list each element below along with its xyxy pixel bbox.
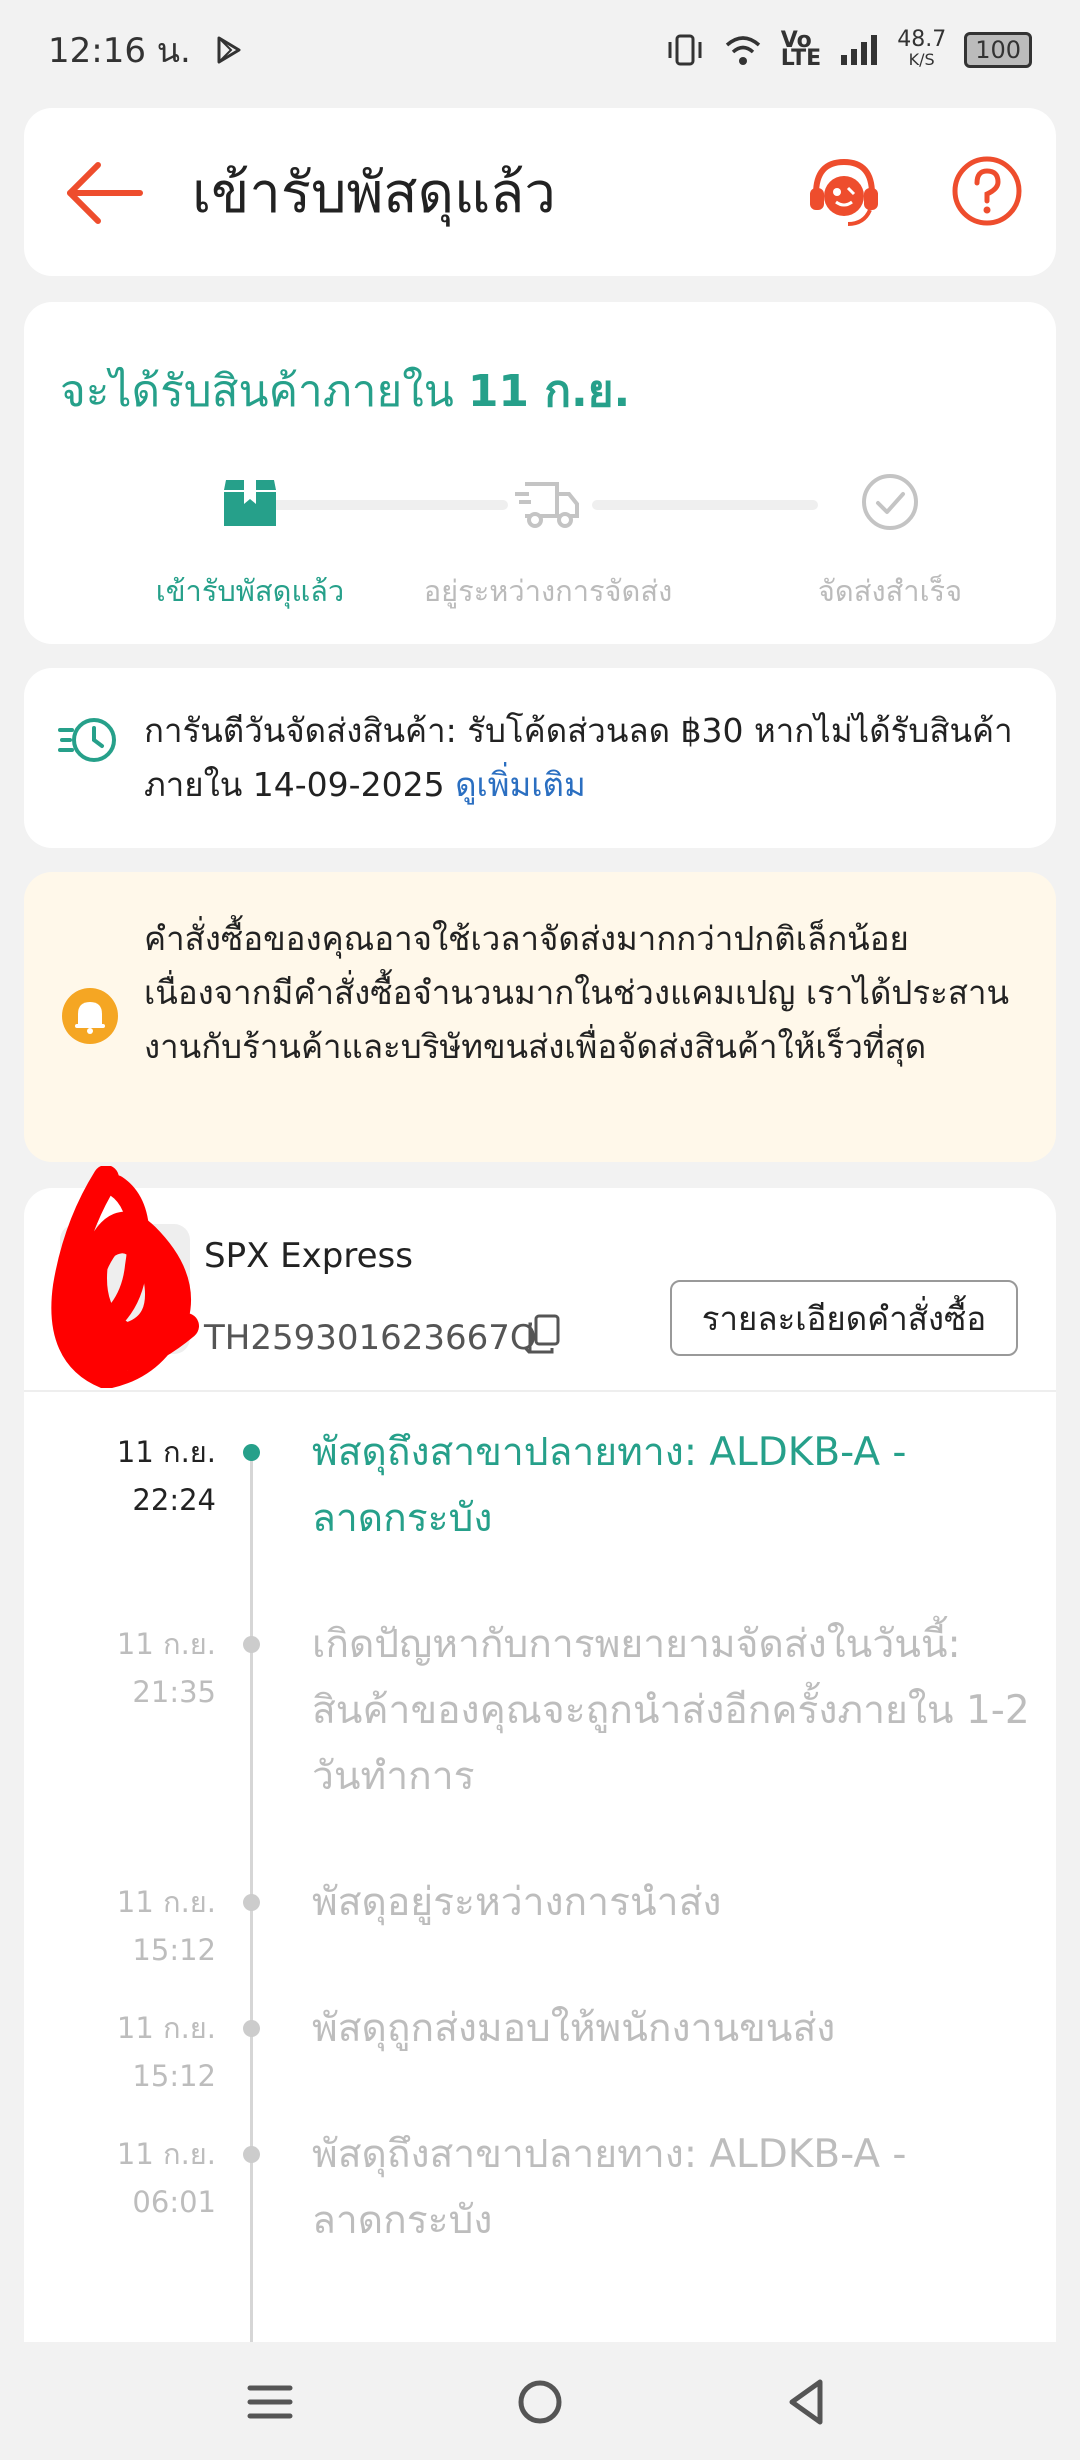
signal-icon — [841, 35, 878, 65]
see-more-link[interactable]: ดูเพิ่มเติม — [455, 765, 586, 804]
event-description: พัสดุอยู่ระหว่างการนำส่ง — [312, 1880, 722, 1925]
timeline-dot — [243, 1894, 260, 1911]
network-speed: 48.7 K/S — [897, 27, 947, 70]
event-description: พัสดุถูกส่งมอบให้พนักงานขนส่ง — [312, 2006, 836, 2051]
help-icon[interactable] — [950, 154, 1024, 228]
header-bar: เข้ารับพัสดุแล้ว — [24, 108, 1056, 276]
chat-support-icon[interactable] — [804, 152, 884, 232]
volte-indicator: Vo LTE — [780, 28, 822, 71]
step-picked-up: เข้ารับพัสดุแล้ว — [120, 470, 380, 614]
recent-apps-icon[interactable] — [240, 2372, 300, 2432]
battery-icon: 100 — [964, 32, 1032, 68]
redaction-scribble — [51, 1166, 199, 1388]
home-icon[interactable] — [510, 2372, 570, 2432]
tracking-number: TH259301623667Q — [204, 1318, 537, 1358]
carrier-name: SPX Express — [204, 1236, 413, 1276]
timeline-dot — [243, 1444, 260, 1461]
bell-icon — [62, 988, 118, 1044]
timeline-line — [250, 1448, 253, 2398]
step-label: เข้ารับพัสดุแล้ว — [155, 574, 345, 608]
event-description: พัสดุถึงสาขาปลายทาง: ALDKB-A - ลาดกระบัง — [312, 1430, 907, 1541]
back-arrow-icon[interactable] — [64, 158, 144, 228]
step-delivered: จัดส่งสำเร็จ — [760, 470, 1020, 614]
event-timestamp: 11 ก.ย. 15:12 — [116, 1885, 216, 1967]
event-timestamp: 11 ก.ย. 06:01 — [116, 2137, 216, 2219]
package-icon — [224, 480, 276, 526]
delivery-progress-card: จะได้รับสินค้าภายใน 11 ก.ย. เข้ารับพัสดุ… — [24, 302, 1056, 644]
timeline-dot — [243, 2146, 260, 2163]
play-store-icon — [217, 36, 241, 64]
status-bar: 12:16 น. Vo LTE 48.7 K/S 100 — [0, 0, 1080, 100]
delivery-guarantee-card[interactable]: การันตีวันจัดส่งสินค้า: รับโค้ดส่วนลด ฿3… — [24, 668, 1056, 848]
order-details-button[interactable]: รายละเอียดคำสั่งซื้อ — [670, 1280, 1018, 1356]
wifi-icon — [725, 36, 760, 65]
event-timestamp: 11 ก.ย. 15:12 — [116, 2011, 216, 2093]
timeline-dot — [243, 1636, 260, 1653]
step-label: จัดส่งสำเร็จ — [817, 574, 963, 608]
status-time: 12:16 น. — [48, 31, 191, 71]
check-circle-icon — [862, 474, 918, 530]
vibrate-icon — [668, 34, 702, 66]
system-nav-bar — [0, 2342, 1080, 2460]
event-description: พัสดุถึงสาขาปลายทาง: ALDKB-A - ลาดกระบัง — [312, 2132, 907, 2243]
back-icon[interactable] — [778, 2372, 838, 2432]
divider — [24, 1390, 1056, 1392]
step-in-transit: อยู่ระหว่างการจัดส่ง — [418, 470, 678, 614]
copy-icon[interactable] — [526, 1314, 562, 1354]
event-timestamp: 11 ก.ย. 21:35 — [116, 1627, 216, 1709]
guarantee-text: การันตีวันจัดส่งสินค้า: รับโค้ดส่วนลด ฿3… — [144, 711, 1013, 804]
eta-date: 11 ก.ย. — [467, 366, 631, 417]
event-timestamp: 11 ก.ย. 22:24 — [116, 1435, 216, 1517]
eta-heading: จะได้รับสินค้าภายใน 11 ก.ย. — [60, 366, 631, 417]
shipping-delay-notice: คำสั่งซื้อของคุณอาจใช้เวลาจัดส่งมากกว่าป… — [24, 872, 1056, 1162]
page-title: เข้ารับพัสดุแล้ว — [192, 161, 556, 226]
truck-icon — [515, 482, 579, 528]
event-description: เกิดปัญหากับการพยายามจัดส่งในวันนี้: สิน… — [312, 1622, 1030, 1799]
step-label: อยู่ระหว่างการจัดส่ง — [423, 574, 673, 608]
timeline-dot — [243, 2020, 260, 2037]
notice-text: คำสั่งซื้อของคุณอาจใช้เวลาจัดส่งมากกว่าป… — [144, 919, 1010, 1066]
fast-clock-icon — [58, 718, 116, 762]
